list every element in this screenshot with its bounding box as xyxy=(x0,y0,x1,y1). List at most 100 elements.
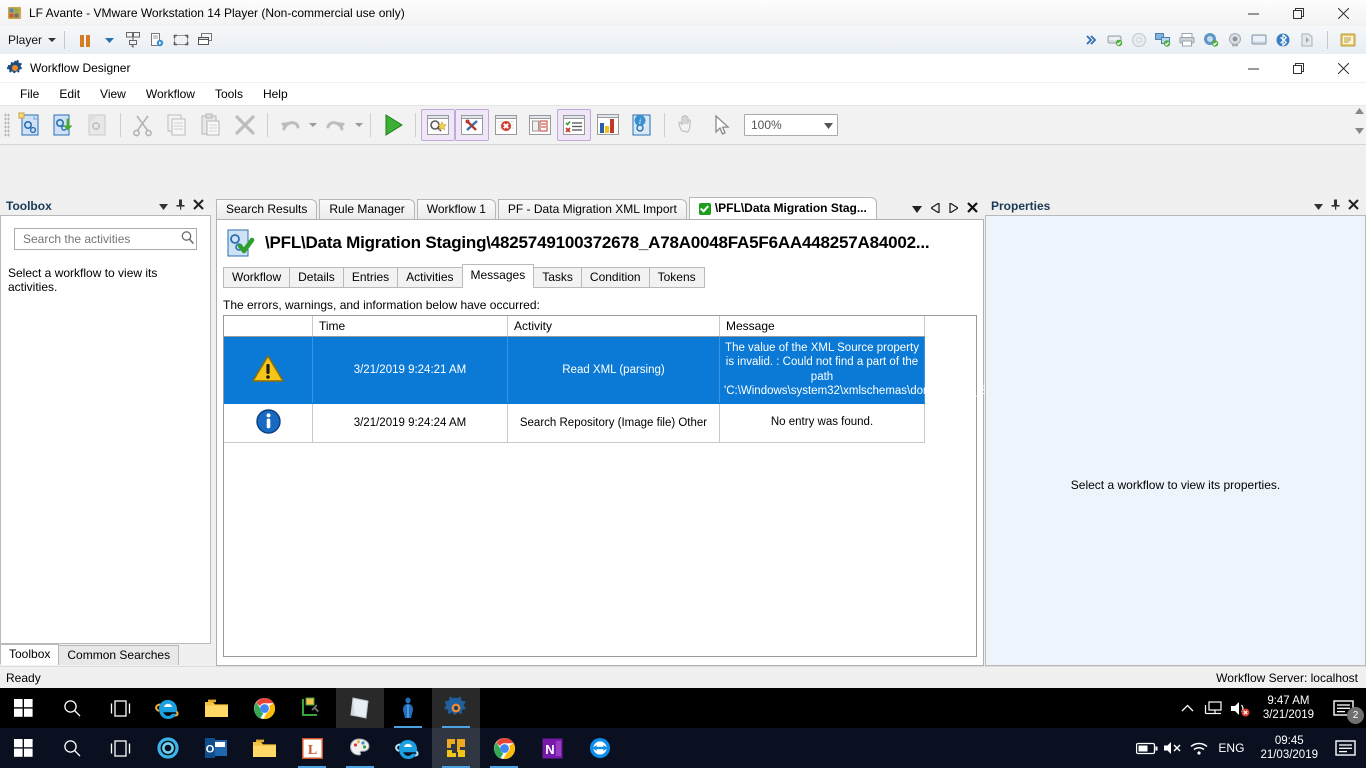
pan-tool-icon[interactable] xyxy=(670,108,704,142)
column-header-activity[interactable]: Activity xyxy=(508,316,720,337)
menu-help[interactable]: Help xyxy=(253,85,298,103)
full-screen-icon[interactable] xyxy=(169,29,193,51)
google-chrome-icon[interactable] xyxy=(480,728,528,768)
tab-condition[interactable]: Condition xyxy=(581,267,650,288)
outlook-icon[interactable]: O xyxy=(192,728,240,768)
removable-devices-icon[interactable] xyxy=(145,29,169,51)
column-header-icon[interactable] xyxy=(224,316,313,337)
column-header-time[interactable]: Time xyxy=(313,316,508,337)
vmware-player-icon[interactable] xyxy=(432,728,480,768)
file-explorer-icon[interactable] xyxy=(192,688,240,728)
pin-icon[interactable] xyxy=(175,199,186,213)
run-workflow-icon[interactable] xyxy=(376,108,410,142)
google-chrome-icon[interactable] xyxy=(240,688,288,728)
doc-tab-rule-manager[interactable]: Rule Manager xyxy=(319,199,414,219)
terminate-icon[interactable] xyxy=(489,108,523,142)
windows-start-icon[interactable] xyxy=(0,688,48,728)
messages-icon[interactable] xyxy=(557,109,591,141)
show-hidden-icons-chevron[interactable] xyxy=(1175,688,1201,728)
onenote-icon[interactable]: N xyxy=(528,728,576,768)
internet-explorer-icon[interactable] xyxy=(144,688,192,728)
notepad-icon[interactable] xyxy=(336,688,384,728)
guest-clock[interactable]: 9:47 AM 3/21/2019 xyxy=(1253,694,1324,723)
vm-settings-icon[interactable] xyxy=(1336,29,1360,51)
teamviewer-icon[interactable] xyxy=(576,728,624,768)
new-workflow-icon[interactable] xyxy=(13,108,47,142)
tab-list-dropdown-icon[interactable] xyxy=(912,202,922,216)
internet-explorer-icon[interactable] xyxy=(384,728,432,768)
search-input[interactable] xyxy=(21,231,180,247)
app-restore-button[interactable] xyxy=(1276,54,1321,82)
search-icon[interactable] xyxy=(180,230,195,248)
tab-details[interactable]: Details xyxy=(289,267,344,288)
search-instances-icon[interactable] xyxy=(421,109,455,141)
menu-workflow[interactable]: Workflow xyxy=(136,85,205,103)
doc-tab-search-results[interactable]: Search Results xyxy=(216,199,317,219)
chevron-down-icon[interactable] xyxy=(159,199,168,213)
tab-activities[interactable]: Activities xyxy=(397,267,462,288)
doc-tab-workflow-1[interactable]: Workflow 1 xyxy=(417,199,496,219)
windows-start-icon[interactable] xyxy=(0,728,48,768)
player-menu-button[interactable]: Player xyxy=(8,33,56,47)
tab-entries[interactable]: Entries xyxy=(343,267,398,288)
pin-icon[interactable] xyxy=(1330,199,1341,213)
info-icon[interactable]: i xyxy=(625,108,659,142)
bluetooth-icon[interactable] xyxy=(1271,29,1295,51)
tab-tasks[interactable]: Tasks xyxy=(533,267,582,288)
tab-tokens[interactable]: Tokens xyxy=(649,267,705,288)
app-close-button[interactable] xyxy=(1321,54,1366,82)
doc-tab-pf-data-migration-xml-import[interactable]: PF - Data Migration XML Import xyxy=(498,199,687,219)
battery-icon[interactable] xyxy=(1134,728,1160,768)
vmware-restore-button[interactable] xyxy=(1276,0,1321,26)
zoom-combobox[interactable]: 100% xyxy=(744,114,838,136)
close-icon[interactable] xyxy=(193,199,204,213)
volume-muted-icon[interactable] xyxy=(1160,728,1186,768)
search-icon[interactable] xyxy=(48,688,96,728)
language-indicator[interactable]: ENG xyxy=(1212,728,1250,768)
search-icon[interactable] xyxy=(48,728,96,768)
toolbar-drag-handle[interactable] xyxy=(4,113,10,137)
search-activities-box[interactable] xyxy=(14,228,197,250)
volume-muted-icon[interactable] xyxy=(1227,688,1253,728)
snapshot-icon[interactable] xyxy=(121,29,145,51)
laserfiche-client-icon[interactable] xyxy=(384,688,432,728)
task-view-icon[interactable] xyxy=(96,688,144,728)
toolbox-tab-toolbox[interactable]: Toolbox xyxy=(0,644,59,665)
sound-card-icon[interactable] xyxy=(1199,29,1223,51)
tab-messages[interactable]: Messages xyxy=(462,264,535,287)
workflow-designer-icon[interactable] xyxy=(432,688,480,728)
vmware-close-button[interactable] xyxy=(1321,0,1366,26)
action-center-icon[interactable]: 2 xyxy=(1324,688,1362,728)
reports-icon[interactable] xyxy=(591,108,625,142)
network-icon[interactable] xyxy=(1201,688,1227,728)
toolbox-tab-common-searches[interactable]: Common Searches xyxy=(58,645,179,665)
chevron-right-icon[interactable] xyxy=(1079,29,1103,51)
tab-prev-icon[interactable] xyxy=(931,202,940,216)
file-explorer-icon[interactable] xyxy=(240,728,288,768)
pause-dropdown-icon[interactable] xyxy=(97,29,121,51)
pointer-tool-icon[interactable] xyxy=(704,108,738,142)
network-adapter-icon[interactable] xyxy=(1151,29,1175,51)
laserfiche-icon[interactable]: L xyxy=(288,728,336,768)
hard-disk-icon[interactable] xyxy=(1103,29,1127,51)
doc-tab-data-migration-staging[interactable]: \PFL\Data Migration Stag... xyxy=(689,197,877,219)
tab-workflow[interactable]: Workflow xyxy=(223,267,290,288)
column-header-message[interactable]: Message xyxy=(720,316,925,337)
table-row[interactable]: 3/21/2019 9:24:24 AM Search Repository (… xyxy=(224,403,925,442)
menu-edit[interactable]: Edit xyxy=(49,85,90,103)
tab-next-icon[interactable] xyxy=(949,202,958,216)
toolbar-overflow-scroll[interactable] xyxy=(1355,108,1364,134)
tools-icon[interactable] xyxy=(455,109,489,141)
vmware-minimize-button[interactable] xyxy=(1231,0,1276,26)
menu-view[interactable]: View xyxy=(90,85,136,103)
open-workflow-icon[interactable] xyxy=(47,108,81,142)
chevron-down-icon[interactable] xyxy=(1314,199,1323,213)
properties-icon[interactable] xyxy=(523,108,557,142)
action-center-icon[interactable] xyxy=(1328,728,1362,768)
pause-icon[interactable] xyxy=(73,29,97,51)
cortana-icon[interactable] xyxy=(144,728,192,768)
wifi-icon[interactable] xyxy=(1186,728,1212,768)
laserfiche-tools-icon[interactable] xyxy=(288,688,336,728)
paint-icon[interactable] xyxy=(336,728,384,768)
app-minimize-button[interactable] xyxy=(1231,54,1276,82)
